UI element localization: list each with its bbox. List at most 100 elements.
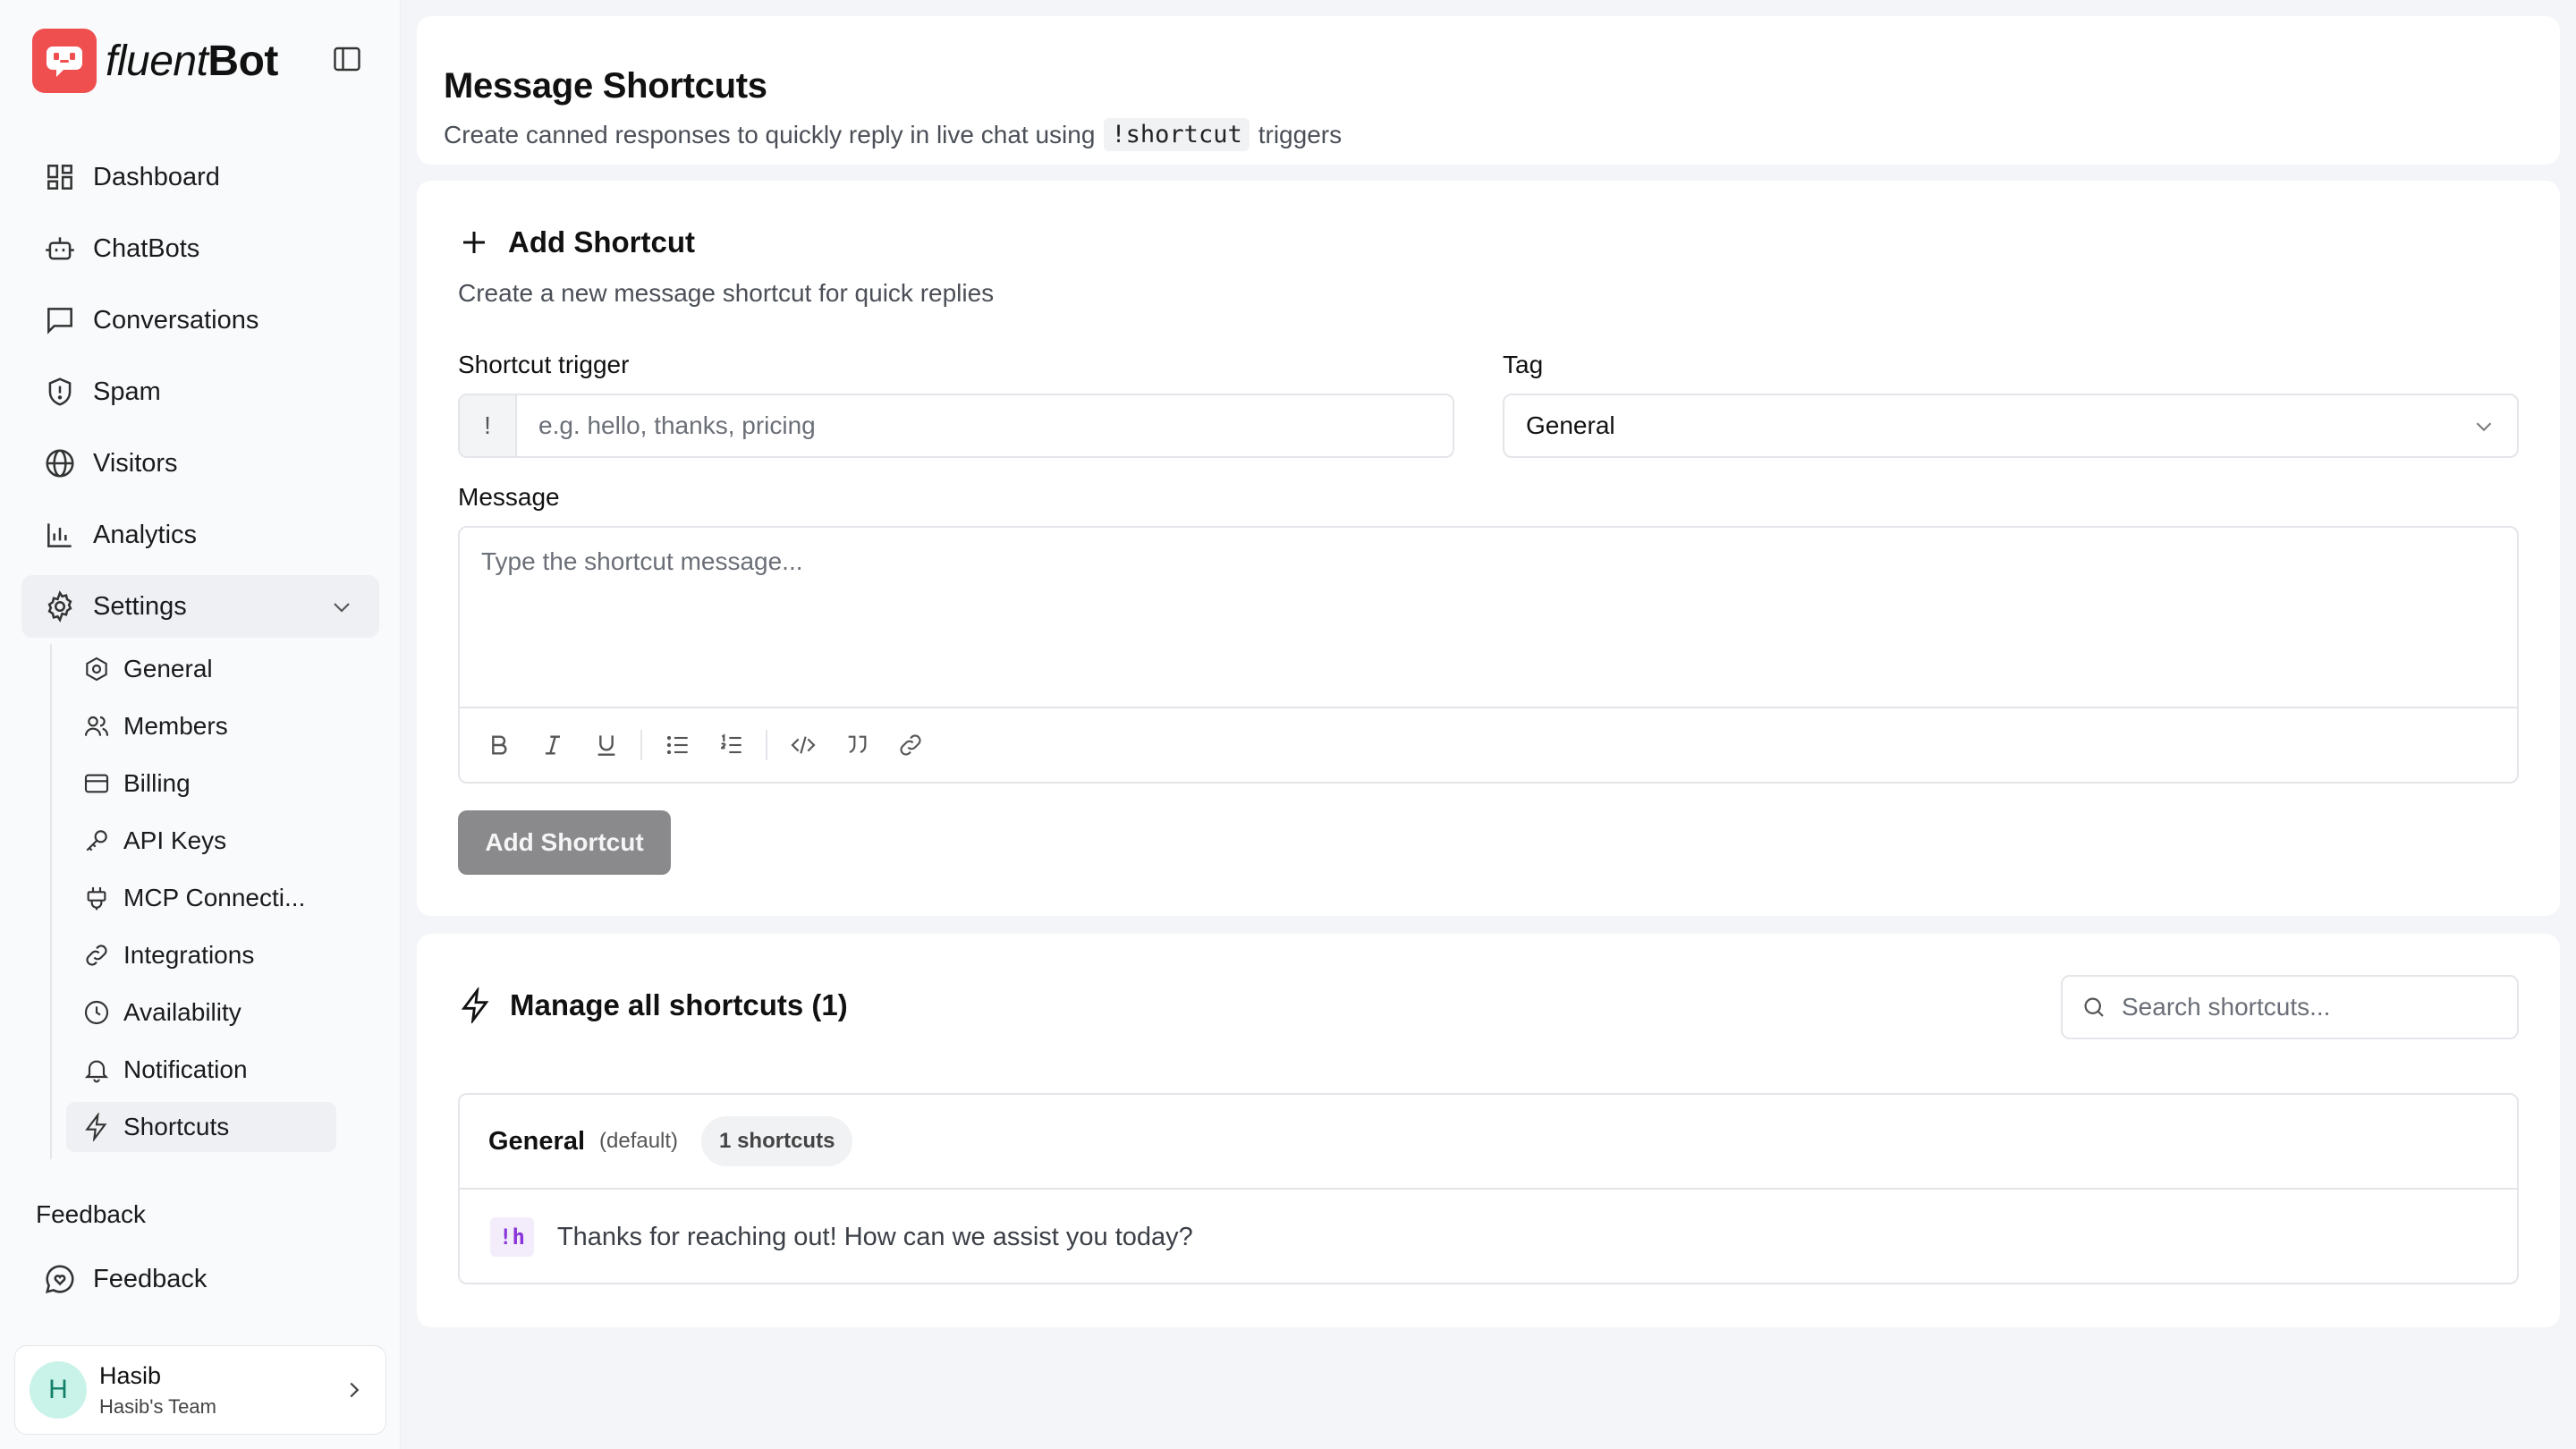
shortcut-count-badge: 1 shortcuts [701, 1116, 853, 1166]
subtitle-text-end: triggers [1258, 120, 1343, 148]
sidebar-item-members[interactable]: Members [66, 701, 336, 751]
link-button[interactable] [894, 729, 927, 761]
form-description: Create a new message shortcut for quick … [458, 279, 995, 307]
tag-value: General [1526, 411, 1615, 439]
users-icon [84, 716, 109, 736]
search-input[interactable] [2122, 993, 2497, 1021]
underline-icon [597, 735, 615, 756]
sidebar-item-notification[interactable]: Notification [66, 1045, 336, 1095]
sidebar: fluentBot Dashboard ChatBots Conversatio… [0, 0, 401, 1449]
logo[interactable]: fluentBot [32, 27, 278, 95]
sidebar-item-label: MCP Connecti... [123, 884, 306, 911]
code-icon [791, 736, 816, 754]
nav-label: Settings [93, 591, 187, 621]
sidebar-item-mcp-connections[interactable]: MCP Connecti... [66, 873, 336, 923]
code-button[interactable] [787, 729, 819, 761]
bold-icon [492, 735, 507, 755]
tag-select[interactable]: General [1503, 394, 2519, 458]
sidebar-item-availability[interactable]: Availability [66, 987, 336, 1038]
add-shortcut-form: Add Shortcut Create a new message shortc… [417, 181, 2560, 916]
shortcut-group: General (default) 1 shortcuts !h Thanks … [458, 1093, 2519, 1284]
sidebar-item-label: Members [123, 712, 228, 740]
trigger-prefix: ! [460, 395, 517, 456]
underline-button[interactable] [590, 729, 623, 761]
sidebar-item-integrations[interactable]: Integrations [66, 930, 336, 980]
nav-label: Visitors [93, 448, 178, 478]
shortcut-code: !shortcut [1104, 118, 1250, 151]
nav-item-settings[interactable]: Settings [21, 575, 379, 638]
search-field [2061, 975, 2519, 1039]
nav-item-chatbots[interactable]: ChatBots [21, 217, 379, 280]
key-icon [86, 830, 107, 852]
link-icon [86, 945, 107, 966]
nav-item-visitors[interactable]: Visitors [21, 432, 379, 495]
clock-icon [84, 1000, 109, 1025]
nav-label: Feedback [93, 1264, 208, 1293]
main-nav: Dashboard ChatBots Conversations Spam Vi… [21, 146, 379, 647]
bullet-list-button[interactable] [662, 729, 694, 761]
editor-toolbar [460, 707, 2517, 782]
user-team: Hasib's Team [99, 1394, 216, 1418]
sidebar-item-label: Availability [123, 998, 242, 1026]
lightning-icon [85, 1113, 107, 1141]
form-title: Add Shortcut [508, 225, 695, 258]
subtitle-text: Create canned responses to quickly reply… [444, 120, 1096, 148]
sidebar-item-billing[interactable]: Billing [66, 758, 336, 809]
search-icon [2084, 997, 2104, 1017]
nav-label: Analytics [93, 520, 198, 549]
nav-item-spam[interactable]: Spam [21, 360, 379, 423]
group-header[interactable]: General (default) 1 shortcuts [460, 1095, 2517, 1190]
italic-icon [546, 735, 560, 755]
nav-item-feedback[interactable]: Feedback [43, 1250, 207, 1308]
sidebar-item-shortcuts[interactable]: Shortcuts [66, 1102, 336, 1152]
trigger-input[interactable] [517, 395, 1453, 456]
message-editor [458, 526, 2519, 784]
plug-icon [87, 887, 106, 911]
add-shortcut-heading: Add Shortcut [458, 225, 695, 259]
settings-subnav: General Members Billing API Keys MCP Con… [50, 644, 336, 1159]
nav-label: Dashboard [93, 162, 220, 191]
chevron-down-icon [2476, 422, 2492, 432]
sidebar-item-label: Notification [123, 1055, 248, 1083]
quote-icon [848, 735, 867, 753]
sidebar-item-general[interactable]: General [66, 644, 336, 694]
list-item[interactable]: !h Thanks for reaching out! How can we a… [460, 1190, 2517, 1284]
sidebar-item-label: General [123, 655, 213, 682]
bot-icon [46, 237, 74, 260]
manage-shortcuts: Manage all shortcuts (1) General (defaul… [417, 934, 2560, 1327]
nav-item-dashboard[interactable]: Dashboard [21, 146, 379, 208]
sidebar-toggle-icon[interactable] [331, 43, 363, 75]
chevron-down-icon [334, 603, 350, 613]
sidebar-item-label: Shortcuts [123, 1113, 230, 1140]
shield-icon [48, 377, 72, 406]
hexagon-gear-icon [86, 657, 107, 682]
message-label: Message [458, 483, 560, 511]
feedback-heart-icon [45, 1265, 74, 1294]
shortcut-message: Thanks for reaching out! How can we assi… [556, 1222, 1193, 1251]
italic-button[interactable] [537, 729, 569, 761]
nav-item-analytics[interactable]: Analytics [21, 504, 379, 566]
add-shortcut-button[interactable]: Add Shortcut [458, 810, 671, 875]
message-textarea[interactable] [460, 528, 2517, 707]
page-subtitle: Create canned responses to quickly reply… [444, 118, 1342, 151]
page-title: Message Shortcuts [444, 66, 767, 106]
quote-button[interactable] [841, 729, 873, 761]
link-icon [900, 734, 921, 756]
trigger-field: ! [458, 394, 1454, 458]
page-header: Message Shortcuts Create canned response… [417, 16, 2560, 165]
user-name: Hasib [99, 1361, 162, 1389]
toolbar-divider [766, 730, 767, 760]
nav-item-conversations[interactable]: Conversations [21, 289, 379, 352]
numbered-list-button[interactable] [716, 729, 748, 761]
numbered-list-icon [720, 733, 741, 754]
logo-icon [32, 29, 97, 93]
sidebar-item-api-keys[interactable]: API Keys [66, 816, 336, 866]
credit-card-icon [84, 774, 109, 793]
toolbar-divider [640, 730, 642, 760]
feedback-section-heading: Feedback [36, 1200, 146, 1228]
user-menu[interactable]: H Hasib Hasib's Team [14, 1345, 386, 1435]
bold-button[interactable] [483, 729, 515, 761]
avatar: H [30, 1361, 87, 1419]
group-default-label: (default) [599, 1129, 679, 1153]
shortcut-key-badge: !h [490, 1217, 534, 1257]
